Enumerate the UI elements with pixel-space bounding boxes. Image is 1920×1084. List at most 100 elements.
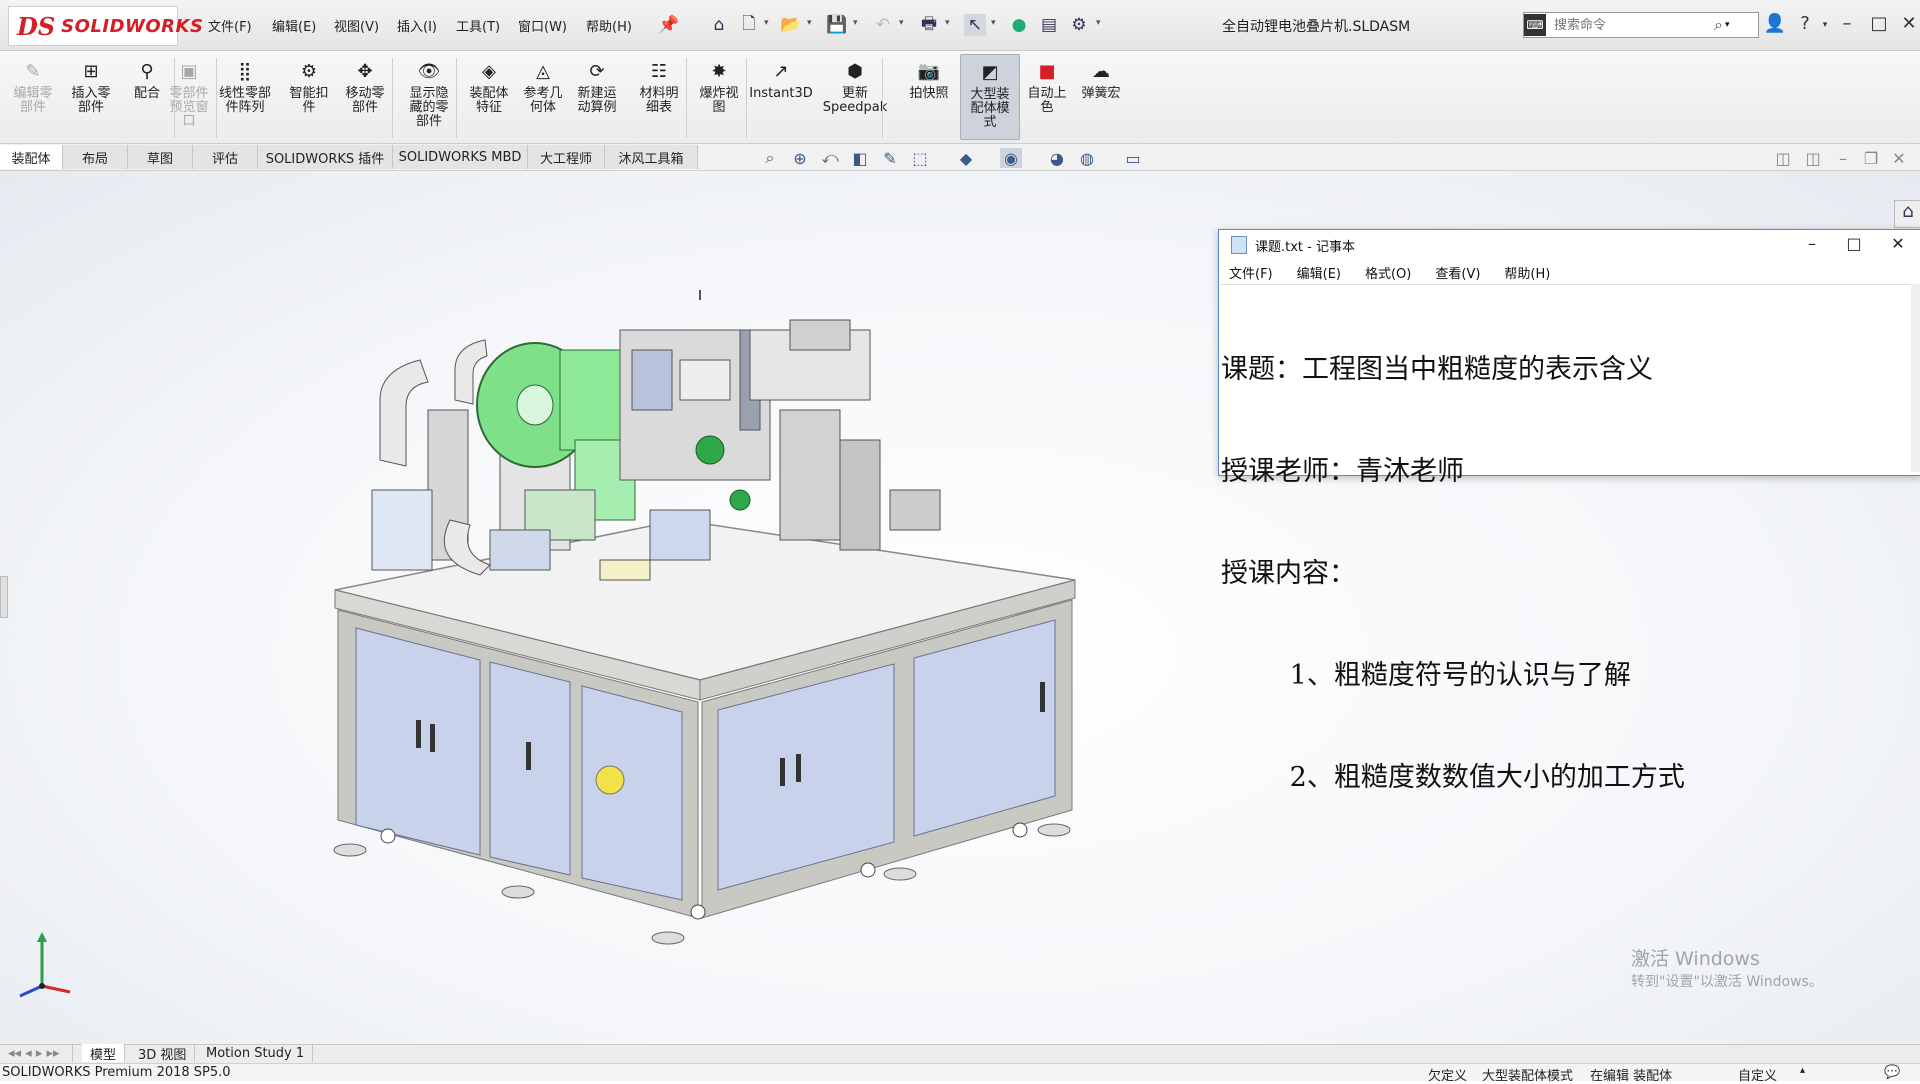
leveling-foot <box>651 931 685 945</box>
tool-new-motion-study[interactable]: ⟳ 新建运 动算例 <box>568 54 626 138</box>
notepad-menu-file[interactable]: 文件(F) <box>1229 263 1273 282</box>
notepad-text-area[interactable]: 课题：工程图当中粗糙度的表示含义 授课老师：青沐老师 授课内容： 1、粗糙度符号… <box>1221 284 1911 793</box>
chevron-down-icon[interactable]: ▾ <box>764 18 769 28</box>
display-style-icon[interactable]: ◆ <box>955 148 977 168</box>
chevron-down-icon[interactable]: ▾ <box>991 18 996 28</box>
tab-mufeng-toolbox[interactable]: 沐风工具箱 <box>605 145 698 169</box>
close-icon[interactable]: ✕ <box>1896 13 1920 34</box>
search-box[interactable]: ⌨ ⌕ ▾ <box>1523 12 1759 38</box>
zoom-to-fit-icon[interactable]: ⌕ <box>759 148 781 168</box>
previous-view-icon[interactable]: ⤺ <box>819 148 841 168</box>
assembly-model[interactable] <box>320 290 1100 950</box>
edit-appearance-icon[interactable]: ◕ <box>1046 148 1068 168</box>
status-chat-icon[interactable]: 💬 <box>1884 1065 1900 1080</box>
search-icon[interactable]: ⌕ <box>1714 15 1723 35</box>
tab-solidworks-addins[interactable]: SOLIDWORKS 插件 <box>258 145 393 169</box>
options-gear-icon[interactable]: ⚙ <box>1068 14 1090 36</box>
home-icon[interactable]: ⌂ <box>708 14 730 36</box>
tab-evaluate[interactable]: 评估 <box>193 145 258 169</box>
tool-assembly-features[interactable]: ◈ 装配体 特征 <box>460 54 518 138</box>
tool-insert-component[interactable]: ⊞ 插入零 部件 <box>62 54 120 138</box>
tab-3d-view[interactable]: 3D 视图 <box>130 1044 196 1063</box>
chevron-up-icon[interactable]: ▴ <box>1800 1065 1805 1076</box>
maximize-icon[interactable]: □ <box>1866 13 1892 34</box>
tool-linear-pattern[interactable]: ⣿ 线性零部 件阵列 <box>216 54 274 138</box>
tool-smart-fasteners[interactable]: ⚙ 智能扣 件 <box>280 54 338 138</box>
tool-auto-color[interactable]: ■ 自动上 色 <box>1018 54 1076 138</box>
doc-restore-icon[interactable]: ❐ <box>1860 148 1882 168</box>
open-icon[interactable]: 📂 <box>780 14 802 36</box>
file-properties-icon[interactable]: ▤ <box>1038 14 1060 36</box>
menu-help[interactable]: 帮助(H) <box>586 16 632 35</box>
notepad-menu-edit[interactable]: 编辑(E) <box>1297 263 1341 282</box>
task-pane-home-icon[interactable]: ⌂ <box>1894 200 1920 228</box>
tab-layout[interactable]: 布局 <box>63 145 128 169</box>
feature-tree-flyout-handle[interactable] <box>0 576 8 618</box>
user-icon[interactable]: 👤 <box>1762 13 1788 34</box>
save-icon[interactable]: 💾 <box>826 14 848 36</box>
new-document-icon[interactable]: 🗋 <box>738 14 760 36</box>
notepad-menu-view[interactable]: 查看(V) <box>1435 263 1480 282</box>
rebuild-icon[interactable]: ● <box>1008 14 1030 36</box>
pin-icon[interactable]: 📌 <box>658 14 680 36</box>
tab-motion-study[interactable]: Motion Study 1 <box>198 1044 314 1062</box>
tab-scroll-arrows[interactable]: ◂◂ ◂ ▸ ▸▸ <box>0 1044 73 1062</box>
tool-exploded-view[interactable]: ✸ 爆炸视 图 <box>690 54 748 138</box>
chevron-down-icon[interactable]: ▾ <box>807 18 812 28</box>
tab-model[interactable]: 模型 <box>82 1044 126 1063</box>
menu-insert[interactable]: 插入(I) <box>397 16 437 35</box>
zoom-area-icon[interactable]: ⊕ <box>789 148 811 168</box>
menu-window[interactable]: 窗口(W) <box>518 16 567 35</box>
tool-instant3d[interactable]: ↗ Instant3D <box>749 54 813 138</box>
tool-component-preview[interactable]: ▣ 零部件 预览窗 口 <box>160 54 218 138</box>
solidworks-logo[interactable]: DS SOLIDWORKS <box>8 6 203 46</box>
notepad-window[interactable]: 课题.txt - 记事本 – □ ✕ 文件(F) 编辑(E) 格式(O) 查看(… <box>1218 229 1920 793</box>
search-input[interactable] <box>1552 16 1706 34</box>
chevron-down-icon[interactable]: ▾ <box>899 18 904 28</box>
linear-pattern-icon: ⣿ <box>238 61 252 82</box>
notepad-menu-format[interactable]: 格式(O) <box>1365 263 1411 282</box>
tab-sketch[interactable]: 草图 <box>128 145 193 169</box>
section-view-icon[interactable]: ◧ <box>849 148 871 168</box>
dynamic-annotation-icon[interactable]: ✎ <box>879 148 901 168</box>
select-icon[interactable]: ↖ <box>964 14 986 36</box>
doc-minimize-icon[interactable]: – <box>1832 148 1854 168</box>
tab-assembly[interactable]: 装配体 <box>0 145 63 169</box>
tool-move-component[interactable]: ✥ 移动零 部件 <box>336 54 394 138</box>
tab-big-engineer[interactable]: 大工程师 <box>528 145 605 169</box>
view-settings-icon[interactable]: ▭ <box>1122 148 1144 168</box>
notepad-maximize-icon[interactable]: □ <box>1839 234 1869 253</box>
tool-edit-component[interactable]: ✎ 编辑零 部件 <box>4 54 62 138</box>
tool-reference-geometry[interactable]: ◬ 参考几 何体 <box>514 54 572 138</box>
chevron-down-icon[interactable]: ▾ <box>1725 20 1730 30</box>
doc-close-icon[interactable]: ✕ <box>1888 148 1910 168</box>
chevron-down-icon[interactable]: ▾ <box>945 18 950 28</box>
undo-icon[interactable]: ↶ <box>872 14 894 36</box>
menu-file[interactable]: 文件(F) <box>208 16 252 35</box>
status-units[interactable]: 自定义 <box>1738 1065 1777 1084</box>
tool-spring-macro[interactable]: ☁ 弹簧宏 <box>1072 54 1130 138</box>
notepad-minimize-icon[interactable]: – <box>1797 234 1827 253</box>
tool-show-hidden[interactable]: 👁 显示隐 藏的零 部件 <box>400 54 458 138</box>
tile-right-icon[interactable]: ◫ <box>1802 148 1824 168</box>
print-icon[interactable]: 🖶 <box>918 14 940 36</box>
notepad-close-icon[interactable]: ✕ <box>1883 234 1913 253</box>
chevron-down-icon[interactable]: ▾ <box>853 18 858 28</box>
motor <box>649 509 711 561</box>
notepad-menu-help[interactable]: 帮助(H) <box>1504 263 1550 282</box>
view-orientation-icon[interactable]: ⬚ <box>909 148 931 168</box>
tool-large-assembly[interactable]: ◩ 大型装 配体模 式 <box>960 54 1020 140</box>
tool-speedpak[interactable]: ⬢ 更新 Speedpak <box>823 54 888 138</box>
tile-left-icon[interactable]: ◫ <box>1772 148 1794 168</box>
hide-show-items-icon[interactable]: ◉ <box>1000 148 1022 168</box>
notepad-scrollbar[interactable] <box>1911 284 1920 472</box>
tool-snapshot[interactable]: 📷 拍快照 <box>900 54 958 138</box>
tab-solidworks-mbd[interactable]: SOLIDWORKS MBD <box>393 145 528 169</box>
minimize-icon[interactable]: – <box>1834 13 1860 34</box>
menu-view[interactable]: 视图(V) <box>334 16 379 35</box>
chevron-down-icon[interactable]: ▾ <box>1096 18 1101 28</box>
menu-tools[interactable]: 工具(T) <box>456 16 500 35</box>
apply-scene-icon[interactable]: ◍ <box>1076 148 1098 168</box>
menu-edit[interactable]: 编辑(E) <box>272 16 316 35</box>
tool-bill-of-materials[interactable]: ☷ 材料明 细表 <box>630 54 688 138</box>
